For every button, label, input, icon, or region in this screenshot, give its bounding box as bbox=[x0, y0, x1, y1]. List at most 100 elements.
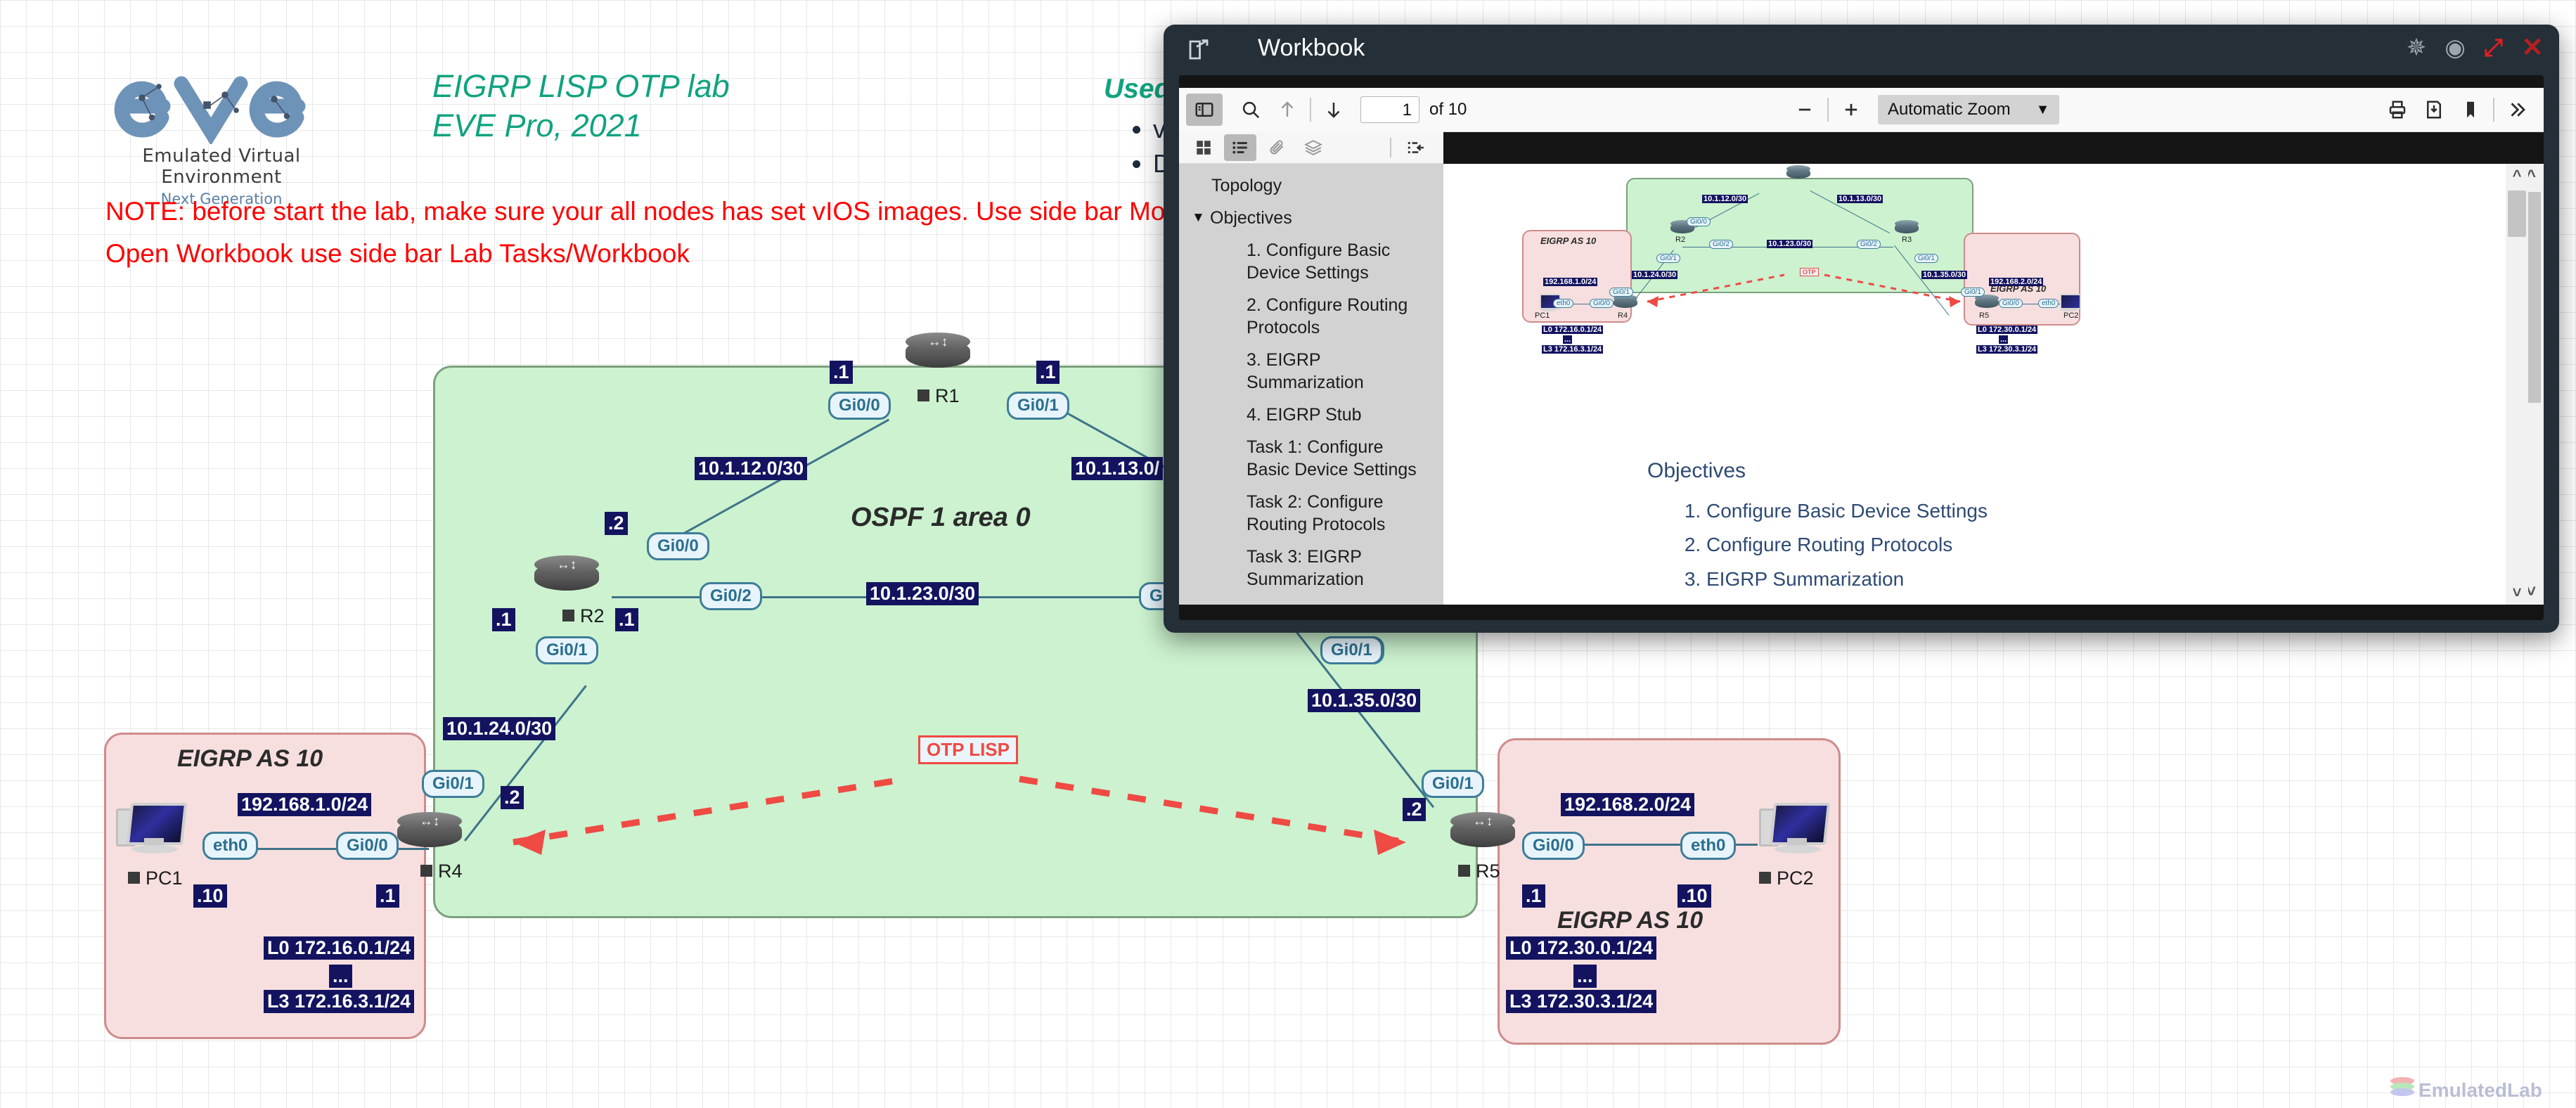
mini-subnet-lan-right: 192.168.2.0/24 bbox=[1989, 278, 2044, 286]
zoom-in-button[interactable] bbox=[1833, 94, 1869, 126]
outline-item-label: Topology bbox=[1211, 176, 1282, 195]
toggle-sidebar-button[interactable] bbox=[1186, 94, 1223, 126]
window-title: Workbook bbox=[1258, 34, 1365, 61]
mini-router-r1 bbox=[1786, 165, 1810, 181]
more-tools-button[interactable] bbox=[2499, 94, 2535, 126]
iface-r5-gi01-dup: Gi0/1 bbox=[1320, 636, 1383, 664]
loopback-left-0: L0 172.16.0.1/24 bbox=[264, 936, 415, 960]
print-button[interactable] bbox=[2379, 94, 2416, 126]
loopback-right-1: ... bbox=[1573, 965, 1597, 988]
pdf-page-content: EIGRP AS 10 EIGRP AS 10 OTP R2 R3 R4 R5 … bbox=[1443, 164, 2506, 605]
mini-iface-pc2-eth0: eth0 bbox=[2038, 299, 2059, 308]
mini-router-r4-label: R4 bbox=[1618, 311, 1628, 320]
open-external-icon[interactable] bbox=[1186, 37, 1211, 63]
mini-subnet-r2-r4: 10.1.24.0/30 bbox=[1632, 271, 1678, 279]
grid-icon bbox=[1197, 140, 1211, 155]
outline-view-button[interactable] bbox=[1224, 134, 1256, 161]
gear-icon[interactable]: ✵ bbox=[2407, 36, 2427, 60]
collapse-list-icon bbox=[1408, 141, 1424, 153]
router-r2[interactable]: ↔↕ bbox=[534, 555, 599, 596]
pdf-toolbar[interactable]: 1 of 10 Automatic Zoom ▼ bbox=[1179, 88, 2544, 132]
loopback-right-2: L3 172.30.3.1/24 bbox=[1506, 990, 1657, 1014]
subnet-r1-r2: 10.1.12.0/30 bbox=[695, 457, 808, 481]
outline-item-obj-2[interactable]: 2. Configure Routing Protocols bbox=[1247, 289, 1443, 344]
eigrp-zone-right-label: EIGRP AS 10 bbox=[1557, 907, 1704, 934]
attachments-view-button[interactable] bbox=[1261, 134, 1293, 161]
layers-icon bbox=[1304, 139, 1322, 155]
outline-item-task-1[interactable]: Task 1: Configure Basic Device Settings bbox=[1247, 431, 1443, 486]
close-icon[interactable]: ✕ bbox=[2521, 34, 2544, 61]
emulatedlab-logo-icon bbox=[2390, 1077, 2414, 1098]
next-page-button[interactable] bbox=[1315, 94, 1352, 126]
mini-subnet-r1-r3: 10.1.13.0/30 bbox=[1837, 195, 1883, 203]
mini-router-r5-label: R5 bbox=[1979, 311, 1990, 320]
host-pc2[interactable] bbox=[1759, 801, 1831, 858]
window-controls[interactable]: ✵ ◉ ⤢ ✕ bbox=[2407, 34, 2544, 61]
page-scroll-up-icon[interactable]: ^ bbox=[2506, 164, 2528, 188]
outline-item-task-2[interactable]: Task 2: Configure Routing Protocols bbox=[1247, 486, 1443, 541]
expand-icon[interactable]: ⤢ bbox=[2484, 36, 2503, 60]
router-r2-name: R2 bbox=[580, 605, 605, 626]
page-number-input[interactable]: 1 bbox=[1360, 96, 1419, 123]
arrow-down-icon bbox=[1327, 103, 1340, 118]
iface-r5-gi00: Gi0/0 bbox=[1522, 832, 1585, 860]
outline-item-task-3[interactable]: Task 3: EIGRP Summarization bbox=[1247, 541, 1443, 595]
note-line-2: Open Workbook use side bar Lab Tasks/Wor… bbox=[105, 239, 690, 268]
router-r5[interactable]: ↔↕ bbox=[1450, 812, 1515, 853]
ip-r5-up: .2 bbox=[1403, 798, 1426, 822]
layers-view-button[interactable] bbox=[1297, 134, 1329, 161]
iface-r1-gi01: Gi0/1 bbox=[1007, 392, 1069, 420]
router-r1-name: R1 bbox=[935, 385, 960, 406]
mini-otp-tunnel bbox=[1647, 273, 1961, 307]
find-button[interactable] bbox=[1232, 94, 1269, 126]
host-pc1-label: PC1 bbox=[128, 868, 183, 889]
iface-r5-gi01: Gi0/1 bbox=[1422, 770, 1484, 798]
collapse-outline-button[interactable] bbox=[1400, 134, 1432, 161]
outline-item-obj-4[interactable]: 4. EIGRP Stub bbox=[1247, 399, 1443, 431]
bookmark-button[interactable] bbox=[2452, 94, 2489, 126]
outline-item-label: Task 2: Configure Routing Protocols bbox=[1247, 492, 1386, 534]
page-scrollbar[interactable]: ^ ˅ bbox=[2506, 164, 2528, 605]
router-r1[interactable]: ↔↕ bbox=[906, 333, 970, 373]
page-scroll-thumb[interactable] bbox=[2508, 191, 2526, 237]
outline-item-topology[interactable]: Topology bbox=[1211, 169, 1443, 202]
mini-iface-r3-gi01: Gi0/1 bbox=[1914, 254, 1938, 263]
zoom-out-button[interactable] bbox=[1786, 94, 1823, 126]
outline-panel[interactable]: Topology ▼ Objectives 1. Configure Basic … bbox=[1179, 164, 1443, 605]
printer-icon bbox=[2389, 101, 2406, 119]
subnet-r2-r4: 10.1.24.0/30 bbox=[443, 717, 556, 741]
mini-loopback-left-0: L0 172.16.0.1/24 bbox=[1542, 326, 1604, 334]
subnet-lan-left: 192.168.1.0/24 bbox=[238, 793, 372, 817]
router-r4[interactable]: ↔↕ bbox=[397, 812, 462, 853]
pdf-objective-item: Configure Routing Protocols bbox=[1706, 528, 1988, 562]
mini-iface-r4-gi00: Gi0/0 bbox=[1590, 299, 1614, 308]
page-scroll-down-icon[interactable]: ˅ bbox=[2506, 581, 2528, 605]
save-button[interactable] bbox=[2416, 94, 2452, 126]
mini-iface-r2-gi01: Gi0/1 bbox=[1656, 254, 1680, 263]
pdf-objectives-list: Configure Basic Device Settings Configur… bbox=[1668, 494, 1988, 605]
ip-r2-right: .1 bbox=[615, 608, 638, 632]
lab-title: EIGRP LISP OTP lab EVE Pro, 2021 bbox=[432, 67, 730, 146]
zoom-select[interactable]: Automatic Zoom ▼ bbox=[1877, 95, 2060, 124]
iface-r2-gi01: Gi0/1 bbox=[536, 636, 598, 664]
mini-loopback-left-2: L3 172.16.3.1/24 bbox=[1542, 345, 1604, 354]
previous-page-button[interactable] bbox=[1269, 94, 1306, 126]
outline-item-objectives[interactable]: ▼ Objectives bbox=[1192, 202, 1443, 234]
outline-item-obj-3[interactable]: 3. EIGRP Summarization bbox=[1247, 344, 1443, 399]
iface-r2-gi02: Gi0/2 bbox=[700, 582, 762, 610]
outline-item-label: 1. Configure Basic Device Settings bbox=[1247, 240, 1391, 283]
router-r4-name: R4 bbox=[438, 861, 463, 882]
thumbnails-view-button[interactable] bbox=[1187, 134, 1220, 161]
host-pc1[interactable] bbox=[116, 801, 188, 858]
sidebar-toolbar[interactable] bbox=[1179, 131, 1443, 164]
outline-item-obj-1[interactable]: 1. Configure Basic Device Settings bbox=[1247, 234, 1443, 289]
ip-r2-up: .2 bbox=[605, 512, 628, 536]
emulatedlab-watermark: EmulatedLab bbox=[2419, 1079, 2542, 1101]
router-r5-label: R5 bbox=[1458, 861, 1500, 882]
caret-down-icon[interactable]: ▼ bbox=[1192, 210, 1210, 226]
workbook-window[interactable]: Workbook ✵ ◉ ⤢ ✕ 1 of 10 Automatic Zoom … bbox=[1164, 25, 2559, 633]
mini-loopback-right-2: L3 172.30.3.1/24 bbox=[1976, 345, 2038, 354]
mini-router-r2-label: R2 bbox=[1675, 236, 1686, 244]
eye-off-icon[interactable]: ◉ bbox=[2445, 36, 2466, 60]
window-titlebar[interactable]: Workbook ✵ ◉ ⤢ ✕ bbox=[1164, 25, 2559, 75]
